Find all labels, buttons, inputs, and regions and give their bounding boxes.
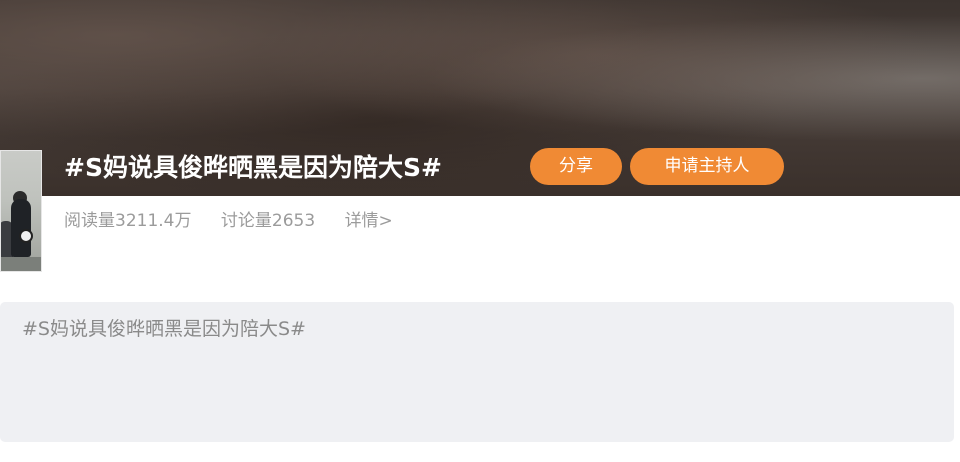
apply-host-button[interactable]: 申请主持人 [630,148,784,185]
avatar-floor [1,257,41,271]
discussion-count: 讨论量2653 [220,211,316,231]
topic-title: #S妈说具俊晔晒黑是因为陪大S# [64,153,442,182]
avatar-person-body [11,199,31,257]
read-count: 阅读量3211.4万 [64,211,192,231]
composer-placeholder: #S妈说具俊晔晒黑是因为陪大S# [22,318,306,340]
topic-avatar[interactable] [0,150,42,272]
share-button[interactable]: 分享 [530,148,622,185]
avatar-panda-doll [19,229,33,243]
post-composer-input[interactable]: #S妈说具俊晔晒黑是因为陪大S# [0,302,954,442]
details-link[interactable]: 详情> [345,211,393,231]
topic-stats: 阅读量3211.4万 讨论量2653 详情> [64,206,417,236]
